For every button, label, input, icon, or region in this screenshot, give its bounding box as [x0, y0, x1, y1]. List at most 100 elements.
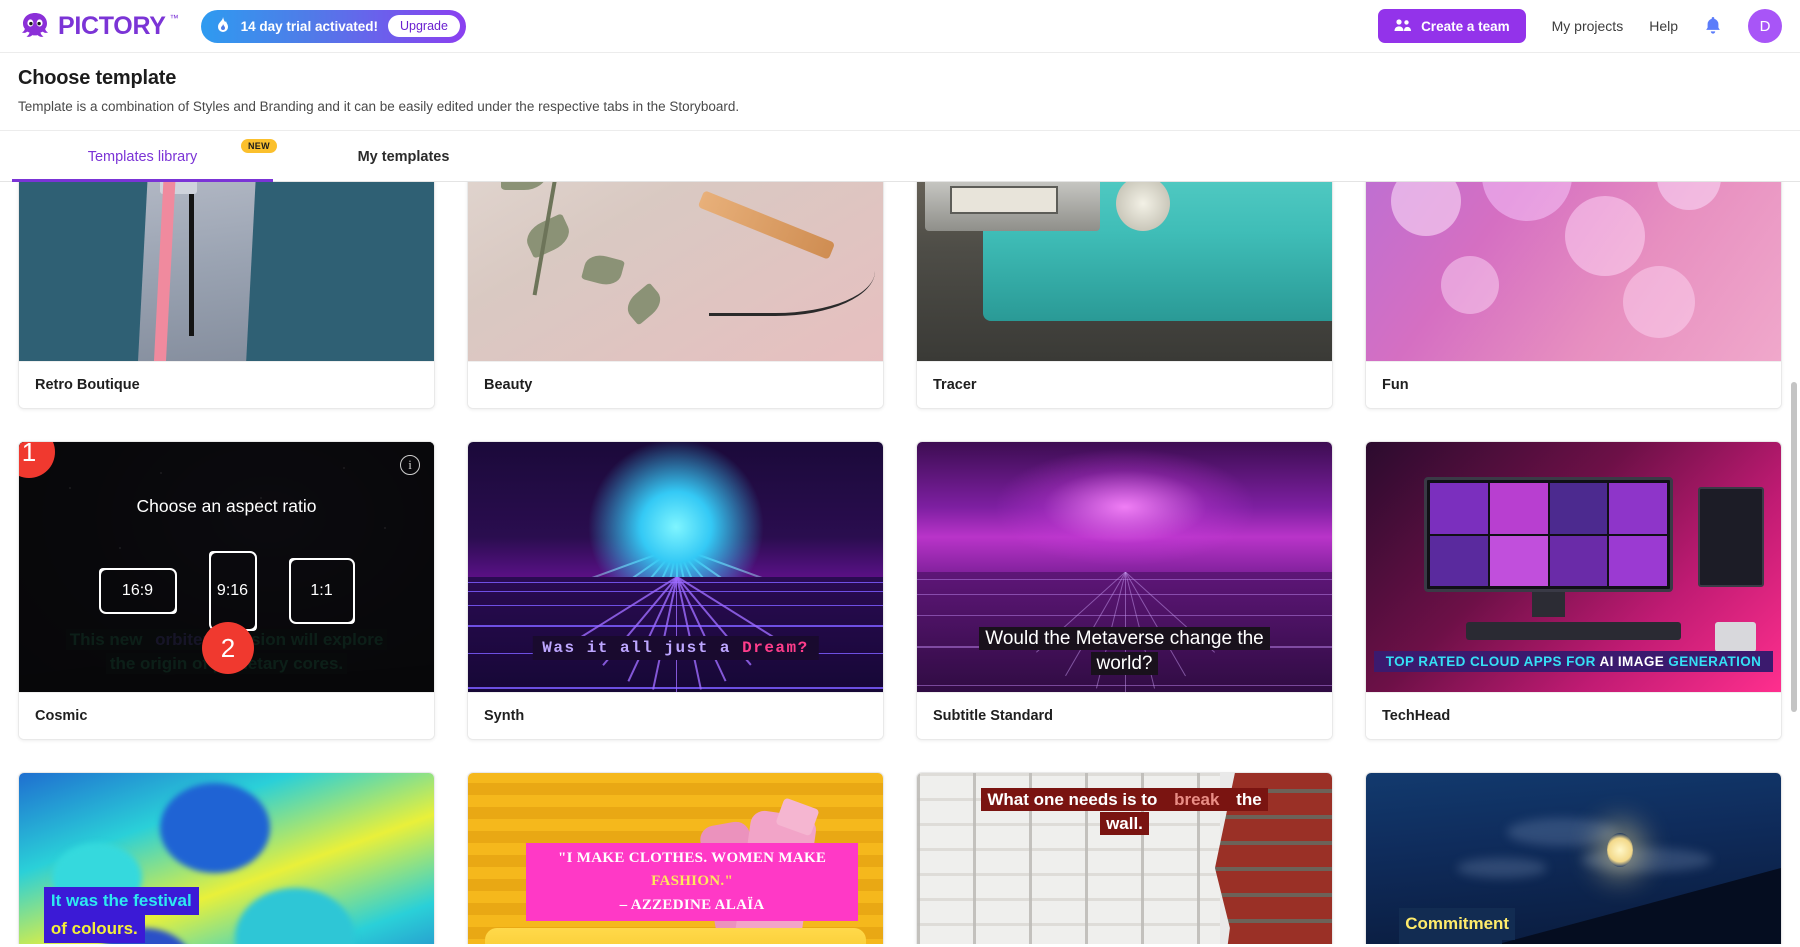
thumbnail-subtitle: It was the festival of colours. — [43, 886, 199, 943]
template-thumbnail: Would the Metaverse change the world? — [917, 442, 1332, 692]
template-card-brick[interactable]: What one needs is to break the wall. — [916, 772, 1333, 944]
decor-monitor-stand — [1532, 592, 1566, 617]
aspect-ratio-option-1-1[interactable]: 1:1 — [288, 558, 355, 624]
template-name: Tracer — [917, 361, 1332, 408]
template-thumbnail: Commitment determines progress. — [1366, 773, 1781, 944]
create-team-button[interactable]: Create a team — [1378, 9, 1526, 43]
decor-mug — [1714, 622, 1757, 652]
subtitle-part: the — [1225, 788, 1268, 811]
pictory-logo[interactable]: PICTORY ™ — [18, 11, 179, 41]
template-thumbnail — [917, 182, 1332, 361]
decor-paint-splat — [234, 888, 355, 944]
subtitle-part: TOP RATED CLOUD APPS FOR — [1385, 654, 1600, 669]
decor-bubble — [1482, 182, 1573, 221]
octopus-icon — [18, 11, 52, 41]
subtitle-part: What one needs is to — [981, 788, 1169, 811]
header-actions: Create a team My projects Help D — [1378, 9, 1782, 43]
decor-cloud — [1457, 858, 1548, 878]
subtitle-part: "I MAKE CLOTHES. WOMEN MAKE — [557, 850, 827, 866]
team-people-icon — [1394, 18, 1412, 35]
thumbnail-subtitle: What one needs is to break the wall. — [950, 788, 1299, 836]
template-card-fashion[interactable]: "I MAKE CLOTHES. WOMEN MAKE FASHION." – … — [467, 772, 884, 944]
subtitle-part: Dream? — [742, 638, 809, 657]
template-thumbnail — [1366, 182, 1781, 361]
decor-moon — [1606, 833, 1633, 867]
template-card-techhead[interactable]: TOP RATED CLOUD APPS FOR AI IMAGE GENERA… — [1365, 441, 1782, 740]
decor-bathtub — [484, 928, 867, 944]
annotation-marker-2: 2 — [202, 622, 254, 674]
decor-keyboard — [1465, 622, 1682, 640]
decor-bubble — [1623, 266, 1696, 338]
decor-screen-tile — [1609, 535, 1668, 586]
notification-bell-icon[interactable] — [1704, 16, 1722, 36]
template-card-beauty[interactable]: Everything has beauty, but not everyone … — [467, 182, 884, 409]
decor-cord — [708, 241, 875, 316]
decor-screen-tile — [1549, 483, 1608, 534]
template-card-subtitle-standard[interactable]: Would the Metaverse change the world? Su… — [916, 441, 1333, 740]
decor-screen-tile — [1549, 535, 1608, 586]
page-subtitle: Template is a combination of Styles and … — [18, 99, 740, 114]
decor-grid-line — [651, 577, 677, 690]
user-avatar[interactable]: D — [1748, 9, 1782, 43]
decor-grid-line — [675, 577, 677, 692]
decor-cap — [160, 182, 198, 194]
thumbnail-subtitle: TOP RATED CLOUD APPS FOR AI IMAGE GENERA… — [1374, 651, 1773, 672]
template-card-tracer[interactable]: Tracer — [916, 182, 1333, 409]
app-header: PICTORY ™ 14 day trial activated! Upgrad… — [0, 0, 1800, 53]
tab-templates-library[interactable]: Templates library — [12, 131, 273, 182]
template-card-synth[interactable]: Was it all just a Dream? Synth — [467, 441, 884, 740]
logo-wordmark: PICTORY — [58, 12, 166, 40]
template-grid-scroll[interactable]: A look into the return of 90s retro fash… — [0, 182, 1800, 944]
decor-bubble — [1565, 196, 1646, 276]
template-thumbnail: What one needs is to break the wall. — [917, 773, 1332, 944]
subtitle-part: AI IMAGE — [1599, 654, 1665, 669]
decor-pole — [189, 182, 195, 336]
aspect-ratio-option-9-16[interactable]: 9:16 — [208, 551, 257, 631]
thumbnail-subtitle: Was it all just a Dream? — [532, 635, 819, 660]
decor-cloud — [1507, 818, 1618, 846]
my-projects-link[interactable]: My projects — [1552, 18, 1624, 34]
template-thumbnail: TOP RATED CLOUD APPS FOR AI IMAGE GENERA… — [1366, 442, 1781, 692]
template-card-retro-boutique[interactable]: A look into the return of 90s retro fash… — [18, 182, 435, 409]
help-link[interactable]: Help — [1649, 18, 1678, 34]
create-team-label: Create a team — [1421, 18, 1510, 34]
decor-license-plate — [950, 186, 1059, 214]
template-name: TechHead — [1366, 692, 1781, 739]
subtitle-part: Commitment — [1399, 907, 1516, 940]
subtitle-part: break — [1168, 788, 1226, 811]
decor-screen-tile — [1430, 483, 1488, 534]
template-thumbnail: "I MAKE CLOTHES. WOMEN MAKE FASHION." – … — [468, 773, 883, 944]
decor-leaf — [581, 251, 626, 289]
aspect-ratio-title: Choose an aspect ratio — [136, 496, 317, 516]
corner-bracket — [288, 558, 300, 569]
decor-monitor — [1424, 477, 1674, 592]
upgrade-button[interactable]: Upgrade — [387, 15, 460, 37]
aspect-ratio-option-16-9[interactable]: 16:9 — [98, 568, 177, 614]
subtitle-part: It was the festival — [43, 886, 199, 915]
thumbnail-subtitle: Commitment determines progress. — [1399, 907, 1516, 944]
trial-label: 14 day trial activated! — [240, 18, 378, 34]
decor-screen-tile — [1430, 535, 1488, 586]
subtitle-part: world? — [1090, 652, 1159, 676]
tab-my-templates[interactable]: My templates — [273, 131, 534, 181]
template-card-fun[interactable]: Fun — [1365, 182, 1782, 409]
decor-screen-tile — [1489, 483, 1548, 534]
template-card-holi[interactable]: It was the festival of colours. — [18, 772, 435, 944]
template-name: Cosmic — [19, 692, 434, 739]
corner-bracket — [245, 620, 257, 631]
template-thumbnail: Was it all just a Dream? — [468, 442, 883, 692]
aspect-ratio-label: 9:16 — [216, 582, 249, 599]
decor-leaf — [621, 282, 666, 326]
template-card-cosmic[interactable]: 1 2 This new orbiter mission will explor… — [18, 441, 435, 740]
thumbnail-subtitle: "I MAKE CLOTHES. WOMEN MAKE FASHION." – … — [526, 843, 859, 921]
subtitle-part: Was it all just a — [542, 638, 743, 657]
decor-cloud — [1581, 848, 1712, 872]
vertical-scrollbar[interactable] — [1791, 382, 1797, 712]
info-icon[interactable]: i — [400, 455, 420, 475]
corner-bracket — [98, 568, 110, 579]
aspect-ratio-label: 16:9 — [121, 582, 154, 599]
template-card-moon[interactable]: Commitment determines progress. — [1365, 772, 1782, 944]
subtitle-part: Would the Metaverse change the — [979, 626, 1270, 650]
aspect-ratio-label: 1:1 — [310, 582, 333, 599]
flame-icon — [215, 17, 231, 35]
